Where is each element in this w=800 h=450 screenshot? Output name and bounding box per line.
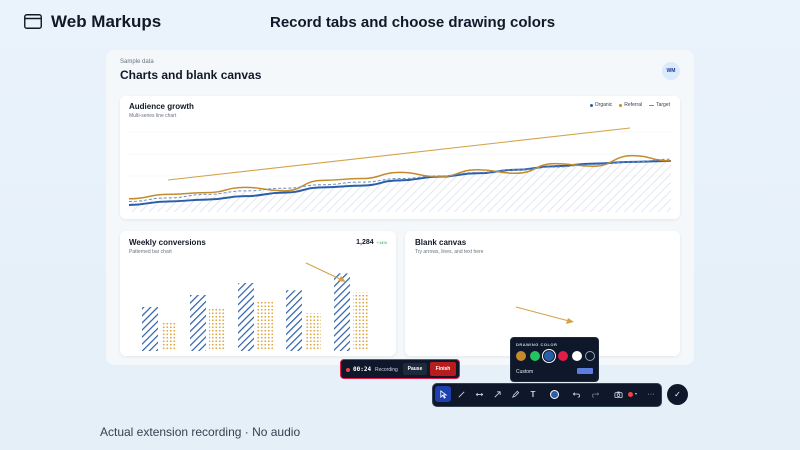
color-swatch[interactable]: [585, 351, 595, 361]
color-swatch[interactable]: [572, 351, 582, 361]
confirm-button[interactable]: ✓: [667, 384, 688, 405]
color-swatch[interactable]: [516, 351, 526, 361]
double-arrow-tool-button[interactable]: [471, 386, 487, 402]
bar-dots: [161, 323, 177, 351]
undo-button[interactable]: [568, 386, 584, 402]
pen-icon: [511, 390, 519, 398]
check-icon: ✓: [674, 390, 681, 399]
more-icon: ···: [647, 390, 655, 398]
recording-dot-icon: [346, 368, 350, 372]
page-headline: Record tabs and choose drawing colors: [270, 14, 556, 31]
record-icon: [627, 391, 633, 397]
bar-series-group: [142, 273, 369, 351]
bar-hatch: [334, 273, 350, 351]
bar-hatch: [286, 290, 302, 351]
weekly-conversions-card: Weekly conversions Patterned bar chart 1…: [120, 231, 396, 356]
arrow-icon: [493, 390, 501, 398]
color-swatch-selected[interactable]: [544, 351, 554, 361]
custom-color-picker[interactable]: [577, 368, 593, 374]
avatar[interactable]: WM: [662, 62, 680, 80]
top-bar: Web Markups Record tabs and choose drawi…: [0, 0, 800, 46]
text-tool-button[interactable]: T: [525, 386, 541, 402]
color-swatch[interactable]: [530, 351, 540, 361]
more-button[interactable]: ···: [643, 386, 659, 402]
line-icon: [457, 390, 465, 398]
camera-icon: [613, 391, 623, 398]
footer-caption: Actual extension recording · No audio: [100, 425, 301, 439]
recording-label: Recording: [375, 367, 398, 373]
bar-dots: [209, 308, 225, 351]
color-tool-button[interactable]: [546, 386, 562, 402]
audience-line-chart: [128, 127, 672, 212]
bar-hatch: [142, 307, 158, 351]
record-button[interactable]: [624, 386, 640, 402]
bar-hatch: [238, 283, 254, 351]
bar-hatch: [190, 295, 206, 351]
sample-data-label: Sample data: [120, 59, 154, 65]
audience-growth-card: Audience growth Multi-series line chart …: [120, 96, 680, 219]
pen-tool-button[interactable]: [507, 386, 523, 402]
double-arrow-icon: [475, 392, 483, 396]
color-swatch[interactable]: [558, 351, 568, 361]
color-panel-title: DRAWING COLOR: [516, 342, 558, 347]
redo-icon: [591, 391, 599, 398]
select-icon: [439, 389, 447, 399]
custom-color-label: Custom: [516, 369, 534, 375]
bar-dots: [257, 301, 273, 351]
bar-dots: [305, 313, 321, 351]
drawn-arrow-annotation: [305, 262, 343, 281]
finish-button[interactable]: Finish: [430, 362, 456, 376]
color-icon: [549, 389, 559, 399]
app-title: Web Markups: [51, 12, 162, 31]
undo-icon: [572, 391, 580, 398]
browser-window-icon: [24, 14, 42, 29]
line-series-group: [128, 154, 672, 212]
select-tool-button[interactable]: [435, 386, 451, 402]
pause-button[interactable]: Pause: [403, 363, 427, 375]
line-tool-button[interactable]: [453, 386, 469, 402]
stage-title: Charts and blank canvas: [120, 68, 262, 82]
text-icon: T: [530, 389, 536, 399]
chevron-down-icon: [634, 393, 637, 395]
bar-dots: [353, 292, 369, 351]
weekly-bar-chart: [142, 262, 369, 351]
recording-timer: 00:24: [353, 366, 372, 373]
redo-button[interactable]: [587, 386, 603, 402]
target-area: [129, 159, 671, 212]
arrow-tool-button[interactable]: [489, 386, 505, 402]
